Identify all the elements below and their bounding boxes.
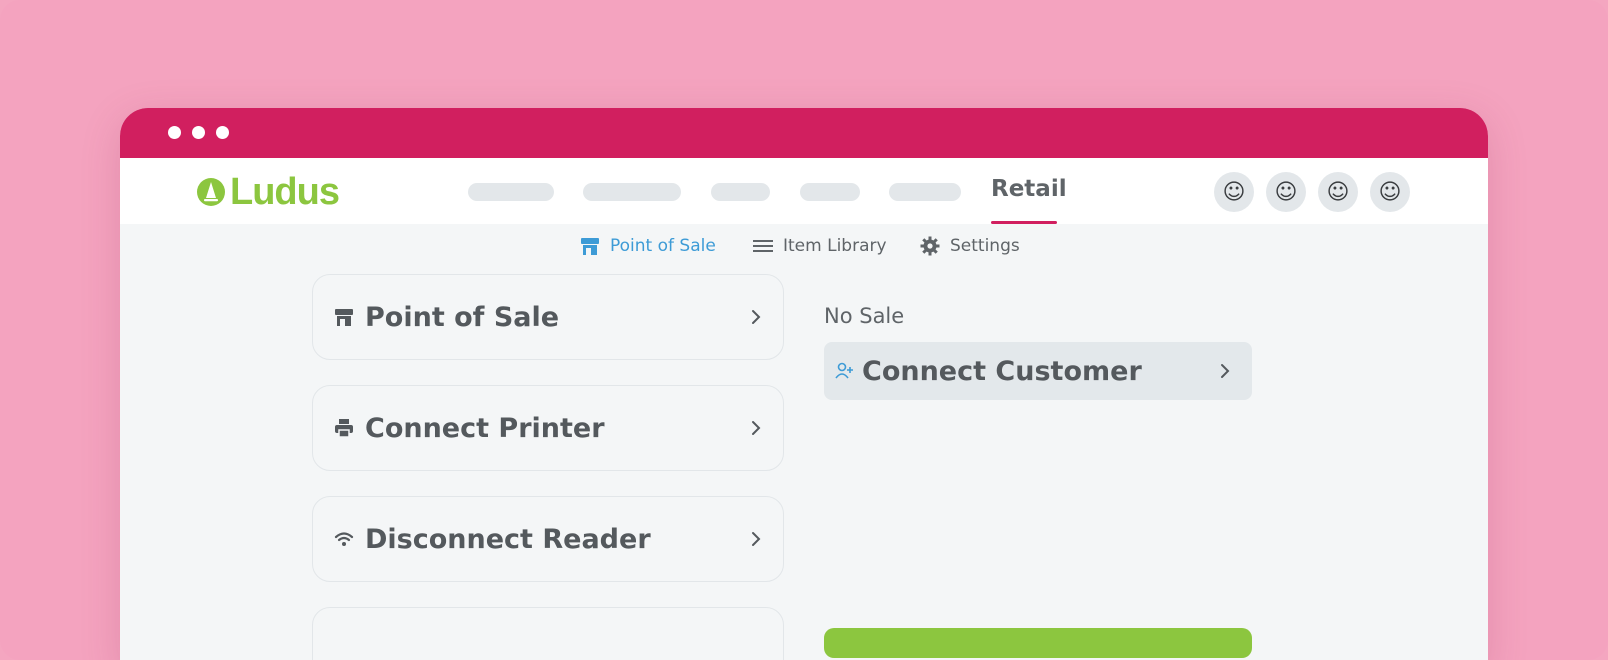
disconnect-reader-button[interactable]: Disconnect Reader	[312, 496, 784, 582]
action-card-partial[interactable]	[312, 607, 784, 660]
printer-icon	[333, 417, 355, 439]
app-window: Ludus Retail ☺ ☺ ☺ ☺ Point of Sale Item …	[120, 108, 1488, 660]
top-navigation: Ludus Retail ☺ ☺ ☺ ☺	[120, 158, 1488, 224]
chevron-right-icon	[752, 532, 761, 546]
logo-text: Ludus	[230, 171, 340, 213]
subnav-label: Point of Sale	[610, 236, 716, 256]
store-icon	[581, 238, 599, 255]
gear-icon	[920, 236, 940, 256]
card-label: Connect Printer	[365, 412, 605, 444]
nav-tab-placeholder[interactable]	[889, 183, 961, 201]
subnav-label: Settings	[950, 236, 1020, 256]
avatar[interactable]: ☺	[1214, 172, 1254, 212]
window-dot-icon	[216, 126, 229, 139]
store-icon	[333, 306, 355, 328]
tab-retail[interactable]: Retail	[991, 176, 1067, 202]
window-dot-icon	[168, 126, 181, 139]
list-icon	[753, 240, 773, 252]
subnav-item-library[interactable]: Item Library	[753, 236, 887, 256]
card-label: Disconnect Reader	[365, 523, 651, 555]
connect-printer-button[interactable]: Connect Printer	[312, 385, 784, 471]
action-list: Point of Sale Connect Printer Disconnect…	[312, 274, 792, 660]
subnav-settings[interactable]: Settings	[920, 236, 1020, 256]
card-label: Point of Sale	[365, 301, 560, 333]
ludus-logo[interactable]: Ludus	[196, 171, 340, 213]
wifi-icon	[333, 528, 355, 550]
nav-tab-placeholder[interactable]	[583, 183, 681, 201]
chevron-right-icon	[752, 421, 761, 435]
point-of-sale-button[interactable]: Point of Sale	[312, 274, 784, 360]
sailboat-logo-icon	[197, 178, 225, 206]
nav-tab-placeholder[interactable]	[800, 183, 860, 201]
nav-tab-placeholder[interactable]	[711, 183, 770, 201]
chevron-right-icon	[1221, 364, 1230, 378]
avatar[interactable]: ☺	[1266, 172, 1306, 212]
avatar[interactable]: ☺	[1318, 172, 1358, 212]
subnav-label: Item Library	[783, 236, 887, 256]
sale-status: No Sale	[824, 304, 905, 328]
chevron-right-icon	[752, 310, 761, 324]
avatar[interactable]: ☺	[1370, 172, 1410, 212]
add-user-icon	[835, 362, 853, 379]
main-content: Point of Sale Connect Printer Disconnect…	[120, 264, 1488, 660]
window-dot-icon	[192, 126, 205, 139]
connect-customer-label: Connect Customer	[862, 355, 1142, 387]
sale-panel: No Sale Connect Customer	[796, 264, 1276, 660]
nav-tab-placeholder[interactable]	[468, 183, 554, 201]
connect-customer-button[interactable]: Connect Customer	[824, 342, 1252, 400]
subnav-point-of-sale[interactable]: Point of Sale	[580, 236, 716, 256]
window-titlebar	[120, 108, 1488, 158]
checkout-button[interactable]	[824, 628, 1252, 658]
